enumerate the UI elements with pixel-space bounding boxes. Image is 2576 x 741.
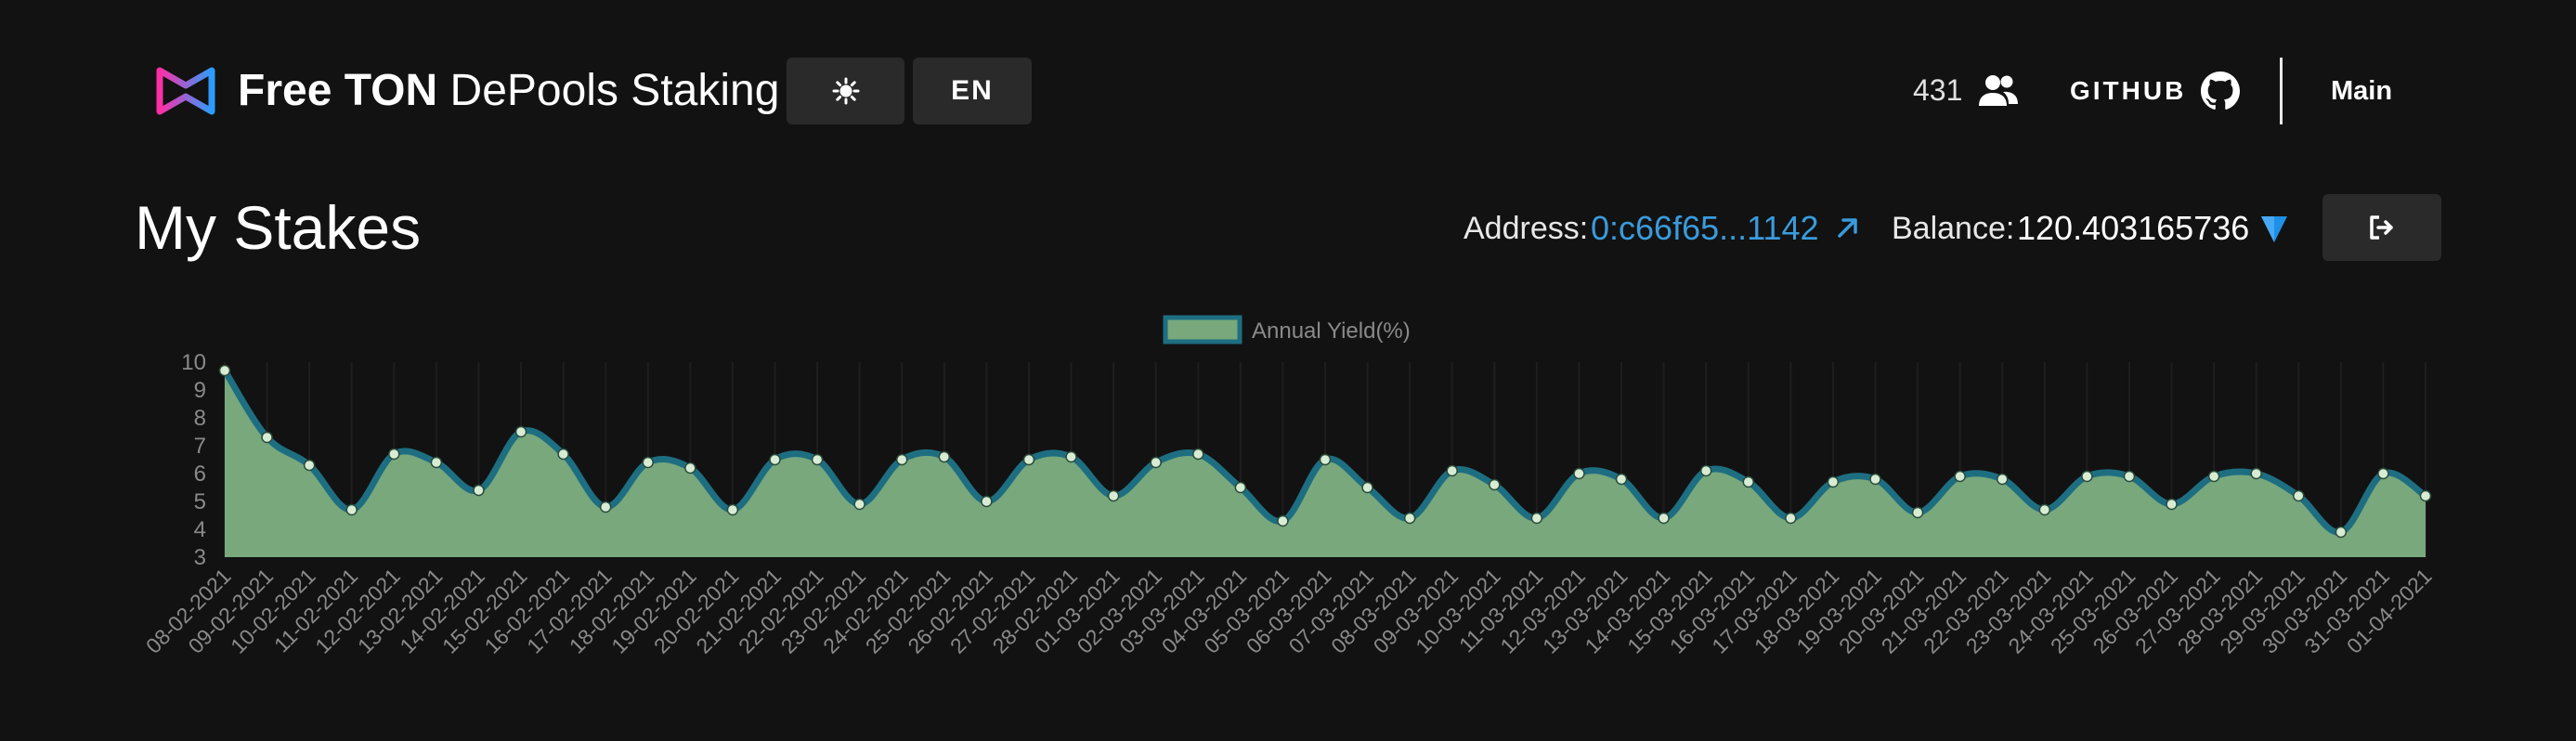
- data-point: [1869, 473, 1881, 486]
- data-point: [1785, 512, 1797, 525]
- address-link[interactable]: 0:c66f65...1142: [1591, 206, 1819, 251]
- y-tick-label: 3: [194, 545, 206, 570]
- data-point: [1954, 470, 1966, 483]
- data-point: [1573, 467, 1585, 480]
- y-tick-label: 6: [194, 462, 206, 487]
- logout-icon: [2370, 215, 2393, 240]
- data-point: [557, 448, 569, 461]
- data-point: [2038, 503, 2051, 516]
- data-point: [1361, 481, 1373, 494]
- github-link[interactable]: GITHUB: [2070, 67, 2241, 115]
- data-point: [642, 456, 655, 469]
- theme-toggle-button[interactable]: [787, 58, 904, 124]
- main-link[interactable]: Main: [2331, 71, 2392, 111]
- data-point: [1403, 512, 1416, 525]
- data-point: [1699, 464, 1712, 477]
- data-point: [2419, 489, 2432, 502]
- data-point: [1911, 506, 1924, 519]
- data-point: [2335, 526, 2348, 539]
- data-point: [1446, 464, 1458, 477]
- brand-title-rest: DePools Staking: [449, 66, 780, 115]
- data-point: [1827, 475, 1840, 488]
- data-point: [1615, 473, 1628, 486]
- external-link-arrow-icon[interactable]: [1834, 214, 1862, 241]
- github-label: GITHUB: [2070, 76, 2187, 105]
- address-label: Address:: [1464, 211, 1589, 246]
- data-point: [1489, 478, 1501, 491]
- data-point: [2293, 489, 2305, 502]
- github-icon: [2201, 72, 2241, 110]
- data-point: [303, 459, 316, 472]
- data-point: [2166, 498, 2178, 511]
- data-point: [1658, 512, 1670, 525]
- data-point: [430, 456, 443, 469]
- logout-button[interactable]: [2322, 194, 2441, 261]
- data-point: [1192, 448, 1204, 461]
- users-icon: [1979, 75, 2018, 106]
- legend-label: Annual Yield(%): [1252, 318, 1411, 344]
- y-tick-label: 4: [194, 517, 206, 542]
- data-point: [345, 503, 358, 516]
- annual-yield-chart: 10987654308-02-202109-02-202110-02-20211…: [141, 315, 2437, 658]
- data-point: [388, 448, 400, 461]
- data-point: [514, 425, 527, 438]
- page-title: My Stakes: [135, 193, 422, 262]
- data-point: [853, 498, 865, 511]
- data-point: [981, 495, 993, 508]
- balance-label: Balance:: [1892, 211, 2015, 246]
- sun-icon: [832, 77, 859, 105]
- data-point: [261, 431, 273, 444]
- brand-title[interactable]: Free TON DePools Staking: [238, 61, 779, 121]
- data-point: [769, 453, 781, 466]
- data-point: [1277, 514, 1289, 527]
- legend-swatch: [1163, 315, 1242, 344]
- data-point: [2207, 470, 2220, 483]
- data-point: [1022, 453, 1035, 466]
- y-tick-label: 5: [194, 489, 206, 514]
- header-divider: [2280, 58, 2283, 124]
- y-tick-label: 9: [194, 378, 206, 403]
- y-tick-label: 8: [194, 406, 206, 431]
- data-point: [726, 503, 739, 516]
- y-tick-label: 7: [194, 434, 206, 459]
- data-point: [1319, 453, 1332, 466]
- data-point: [1996, 473, 2009, 486]
- y-tick-label: 10: [181, 350, 206, 375]
- data-point: [1107, 489, 1120, 502]
- data-point: [1742, 475, 1755, 488]
- data-point: [2123, 470, 2136, 483]
- balance-value: 120.403165736: [2017, 209, 2250, 247]
- data-point: [473, 484, 485, 497]
- data-point: [2081, 470, 2093, 483]
- free-ton-logo-icon[interactable]: [154, 65, 217, 117]
- data-point: [1234, 481, 1247, 494]
- ton-crystal-icon: [2261, 216, 2287, 242]
- brand-title-bold: Free TON: [238, 66, 438, 115]
- data-point: [1065, 450, 1077, 463]
- data-point: [811, 453, 824, 466]
- data-point: [1150, 456, 1162, 469]
- users-count: 431: [1913, 73, 1963, 107]
- language-button[interactable]: EN: [913, 58, 1032, 124]
- data-point: [895, 453, 908, 466]
- data-point: [1530, 512, 1543, 525]
- data-point: [2377, 467, 2389, 480]
- data-point: [599, 500, 612, 514]
- data-point: [684, 462, 696, 474]
- data-point: [218, 364, 231, 377]
- data-point: [938, 450, 951, 463]
- data-point: [2250, 467, 2262, 480]
